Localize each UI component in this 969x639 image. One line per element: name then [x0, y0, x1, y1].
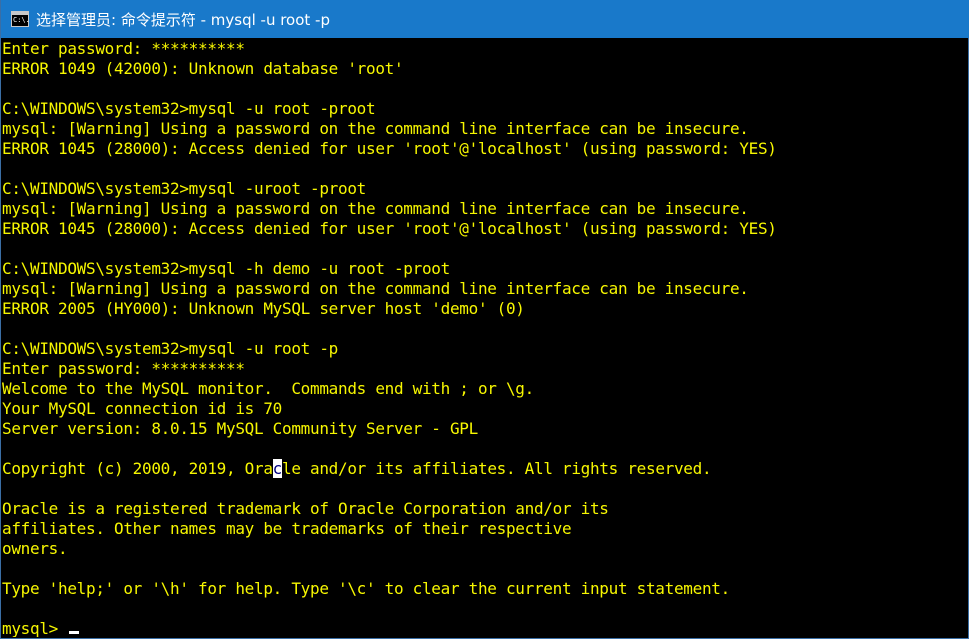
console-line: C:\WINDOWS\system32>mysql -u root -p	[2, 339, 338, 358]
copyright-line: Copyright (c) 2000, 2019, Oracle and/or …	[2, 459, 968, 479]
console-line: ERROR 1045 (28000): Access denied for us…	[2, 139, 777, 158]
console-line: affiliates. Other names may be trademark…	[2, 519, 572, 538]
console-line: ERROR 1049 (42000): Unknown database 'ro…	[2, 59, 404, 78]
console-line: Oracle is a registered trademark of Orac…	[2, 499, 609, 518]
title-bar[interactable]: C:\. 选择管理员: 命令提示符 - mysql -u root -p	[1, 0, 969, 38]
console-line: Enter password: **********	[2, 359, 245, 378]
console-line: mysql: [Warning] Using a password on the…	[2, 119, 749, 138]
console-line: C:\WINDOWS\system32>mysql -uroot -proot	[2, 179, 366, 198]
text-cursor	[69, 631, 80, 634]
console-line: owners.	[2, 539, 68, 558]
console-line: Enter password: **********	[2, 39, 245, 58]
console-line: Welcome to the MySQL monitor. Commands e…	[2, 379, 534, 398]
console-line: Server version: 8.0.15 MySQL Community S…	[2, 419, 478, 438]
text-selection[interactable]: c	[272, 459, 282, 478]
console-window: C:\. 选择管理员: 命令提示符 - mysql -u root -p Ent…	[0, 0, 969, 639]
console-line: mysql: [Warning] Using a password on the…	[2, 199, 749, 218]
console-line: mysql: [Warning] Using a password on the…	[2, 279, 749, 298]
console-line: ERROR 1045 (28000): Access denied for us…	[2, 219, 777, 238]
console-line: Type 'help;' or '\h' for help. Type '\c'…	[2, 579, 730, 598]
cmd-icon-text: C:\.	[13, 16, 30, 24]
prompt-line[interactable]: mysql>	[2, 619, 968, 637]
mysql-prompt: mysql>	[2, 619, 68, 637]
copyright-text-after: le and/or its affiliates. All rights res…	[282, 459, 712, 478]
cmd-icon[interactable]: C:\.	[11, 11, 30, 27]
console-line: Your MySQL connection id is 70	[2, 399, 282, 418]
console-line: C:\WINDOWS\system32>mysql -u root -proot	[2, 99, 376, 118]
console-output[interactable]: Enter password: ********** ERROR 1049 (4…	[2, 39, 968, 637]
console-line: ERROR 2005 (HY000): Unknown MySQL server…	[2, 299, 525, 318]
copyright-text-before: Copyright (c) 2000, 2019, Ora	[2, 459, 273, 478]
window-title: 选择管理员: 命令提示符 - mysql -u root -p	[36, 10, 330, 29]
console-line: C:\WINDOWS\system32>mysql -h demo -u roo…	[2, 259, 450, 278]
